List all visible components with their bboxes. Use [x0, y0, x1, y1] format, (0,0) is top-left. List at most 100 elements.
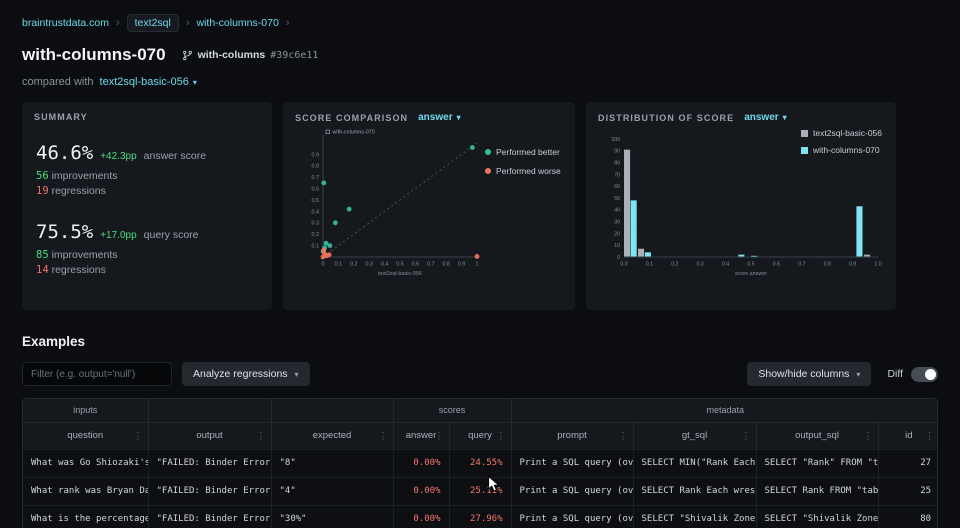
cell-id[interactable]: 27 — [878, 449, 938, 477]
column-menu-icon[interactable]: ⋮ — [925, 430, 934, 441]
svg-text:0.6: 0.6 — [412, 262, 420, 268]
cell-gt_sql[interactable]: SELECT MIN("Rank Each wr… — [633, 449, 756, 477]
cell-answer[interactable]: 0.00% — [393, 505, 449, 528]
svg-text:50: 50 — [614, 196, 620, 202]
svg-text:0.7: 0.7 — [427, 262, 435, 268]
chevron-right-icon: › — [116, 17, 120, 29]
scatter-legend: Performed better Performed worse — [485, 147, 561, 291]
table-row[interactable]: What was Go Shiozaki's r…"FAILED: Binder… — [23, 449, 938, 477]
chevron-down-icon: ▾ — [783, 113, 787, 122]
breadcrumb-org[interactable]: braintrustdata.com — [22, 17, 109, 29]
column-label: question — [67, 430, 103, 441]
page-title: with-columns-070 — [22, 45, 166, 65]
cell-prompt[interactable]: Print a SQL query (over … — [511, 477, 633, 505]
svg-text:10: 10 — [614, 243, 620, 249]
svg-text:30: 30 — [614, 220, 620, 226]
svg-text:0.1: 0.1 — [312, 244, 320, 250]
column-header-output_sql[interactable]: output_sql⋮ — [756, 422, 878, 449]
metric-delta: +42.3pp — [100, 151, 136, 162]
cell-output_sql[interactable]: SELECT Rank FROM "table"… — [756, 477, 878, 505]
column-header-id[interactable]: id⋮ — [878, 422, 938, 449]
distribution-field-select[interactable]: answer ▾ — [744, 112, 786, 123]
cell-id[interactable]: 80 — [878, 505, 938, 528]
chevron-right-icon: › — [186, 17, 190, 29]
column-menu-icon[interactable]: ⋮ — [619, 430, 628, 441]
examples-heading: Examples — [0, 334, 960, 349]
regressions-count: 14 — [36, 264, 49, 276]
chevron-down-icon: ▾ — [856, 370, 860, 379]
show-hide-columns-button[interactable]: Show/hide columns ▾ — [747, 362, 871, 386]
column-menu-icon[interactable]: ⋮ — [864, 430, 873, 441]
column-header-expected[interactable]: expected ⋮ — [271, 422, 393, 449]
cell-output_sql[interactable]: SELECT "Rank" FROM "tabl… — [756, 449, 878, 477]
cell-question[interactable]: What was Go Shiozaki's r… — [23, 449, 148, 477]
table-row[interactable]: What rank was Bryan Dani…"FAILED: Binder… — [23, 477, 938, 505]
cell-expected[interactable]: "8" — [271, 449, 393, 477]
column-group-inputs: inputs — [23, 399, 148, 422]
summary-panel: SUMMARY 46.6% +42.3pp answer score 56 im… — [22, 102, 272, 310]
svg-text:100: 100 — [611, 137, 620, 143]
cell-output[interactable]: "FAILED: Binder Error: R… — [148, 449, 271, 477]
cell-question[interactable]: What rank was Bryan Dani… — [23, 477, 148, 505]
column-header-answer[interactable]: answer⋮ — [393, 422, 449, 449]
cell-question[interactable]: What is the percentage o… — [23, 505, 148, 528]
svg-text:0.5: 0.5 — [396, 262, 404, 268]
column-menu-icon[interactable]: ⋮ — [435, 430, 444, 441]
cell-answer[interactable]: 0.00% — [393, 449, 449, 477]
svg-text:20: 20 — [614, 231, 620, 237]
breadcrumb-experiment[interactable]: with-columns-070 — [197, 17, 279, 29]
column-header-question[interactable]: question ⋮ — [23, 422, 148, 449]
legend-item: text2sql-basic-056 — [801, 128, 882, 138]
cell-id[interactable]: 25 — [878, 477, 938, 505]
legend-item: Performed worse — [485, 166, 561, 176]
svg-text:0: 0 — [617, 255, 620, 261]
cell-gt_sql[interactable]: SELECT "Shivalik Zone" F… — [633, 505, 756, 528]
column-menu-icon[interactable]: ⋮ — [257, 430, 266, 441]
cell-output_sql[interactable]: SELECT "Shivalik Zone"/(… — [756, 505, 878, 528]
column-header-output[interactable]: output ⋮ — [148, 422, 271, 449]
svg-text:0.3: 0.3 — [312, 221, 320, 227]
cell-output[interactable]: "FAILED: Binder Error: R… — [148, 505, 271, 528]
analyze-regressions-button[interactable]: Analyze regressions ▾ — [182, 362, 310, 386]
column-menu-icon[interactable]: ⋮ — [742, 430, 751, 441]
cell-query[interactable]: 25.11% — [449, 477, 511, 505]
svg-text:0.7: 0.7 — [312, 175, 320, 181]
cell-query[interactable]: 24.55% — [449, 449, 511, 477]
cell-expected[interactable]: "4" — [271, 477, 393, 505]
cell-prompt[interactable]: Print a SQL query (over … — [511, 449, 633, 477]
chevron-down-icon: ▾ — [457, 113, 461, 122]
column-label: expected — [313, 430, 352, 441]
svg-text:90: 90 — [614, 149, 620, 155]
filter-input[interactable] — [22, 362, 172, 386]
score-field-select[interactable]: answer ▾ — [418, 112, 460, 123]
column-label: gt_sql — [682, 430, 707, 441]
regressions-count: 19 — [36, 185, 49, 197]
cell-expected[interactable]: "30%" — [271, 505, 393, 528]
table-row[interactable]: What is the percentage o…"FAILED: Binder… — [23, 505, 938, 528]
cell-answer[interactable]: 0.00% — [393, 477, 449, 505]
column-menu-icon[interactable]: ⋮ — [497, 430, 506, 441]
metric-delta: +17.0pp — [100, 230, 136, 241]
legend-item: with-columns-070 — [801, 145, 882, 155]
column-label: query — [468, 430, 492, 441]
cell-prompt[interactable]: Print a SQL query (over … — [511, 505, 633, 528]
column-header-query[interactable]: query ⋮ — [449, 422, 511, 449]
svg-text:0.9: 0.9 — [458, 262, 466, 268]
column-header-prompt[interactable]: prompt⋮ — [511, 422, 633, 449]
column-menu-icon[interactable]: ⋮ — [134, 430, 143, 441]
column-menu-icon[interactable]: ⋮ — [379, 430, 388, 441]
cell-gt_sql[interactable]: SELECT Rank Each wrestl… — [633, 477, 756, 505]
diff-toggle[interactable] — [911, 367, 938, 382]
legend-item: Performed better — [485, 147, 561, 157]
cell-query[interactable]: 27.96% — [449, 505, 511, 528]
metric-value: 75.5% — [36, 221, 93, 243]
column-label: output — [196, 430, 222, 441]
cell-output[interactable]: "FAILED: Binder Error: R… — [148, 477, 271, 505]
breadcrumb-project[interactable]: text2sql — [127, 14, 179, 32]
svg-text:0.4: 0.4 — [722, 262, 729, 268]
regressions-label: regressions — [52, 264, 106, 276]
compared-with-select[interactable]: text2sql-basic-056 ▾ — [100, 76, 197, 88]
column-header-gt_sql[interactable]: gt_sql ⋮ — [633, 422, 756, 449]
svg-text:0.6: 0.6 — [312, 187, 320, 193]
legend-label: Performed better — [496, 147, 560, 157]
